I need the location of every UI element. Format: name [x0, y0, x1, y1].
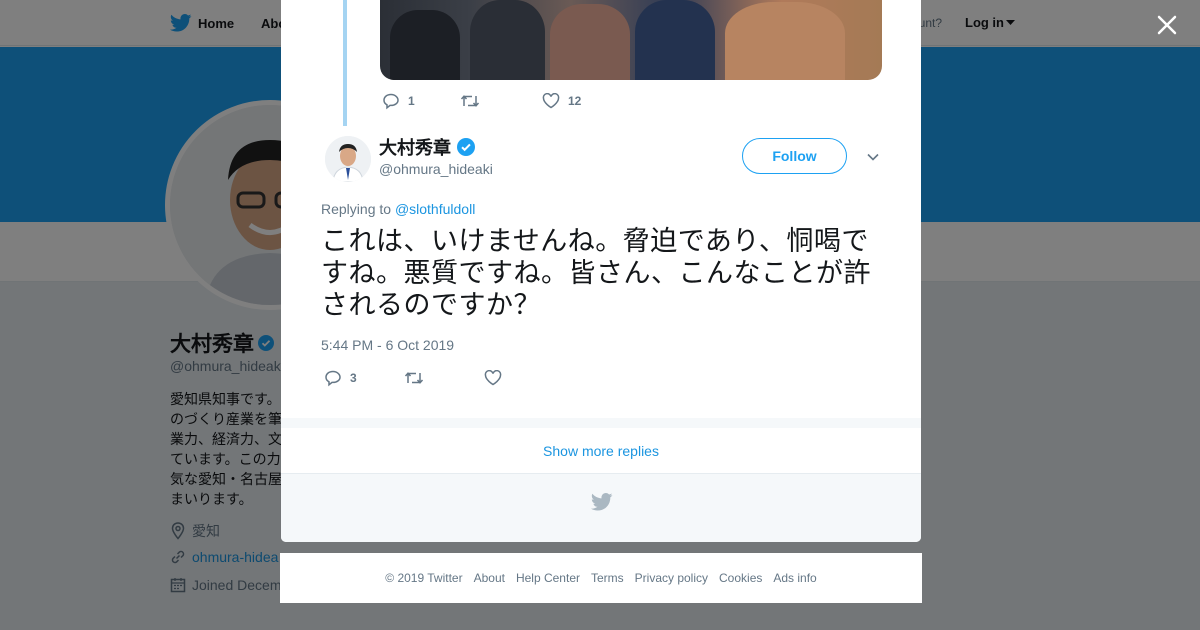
footer-link-privacy[interactable]: Privacy policy — [635, 571, 708, 585]
tweet-modal: 1 12 大村秀章 @ohmura_hideaki Follow Replyin… — [281, 0, 921, 542]
reply-icon — [383, 93, 399, 110]
retweet-action[interactable] — [460, 93, 542, 109]
like-action[interactable] — [484, 370, 510, 386]
tweet-author-avatar[interactable] — [325, 136, 371, 182]
like-action[interactable]: 12 — [542, 93, 581, 109]
reply-icon — [325, 370, 341, 387]
retweet-icon — [404, 372, 424, 384]
show-more-replies-button[interactable]: Show more replies — [281, 428, 921, 474]
modal-footer — [281, 474, 921, 542]
reply-count: 3 — [350, 371, 357, 385]
tweet-author-name[interactable]: 大村秀章 — [379, 134, 475, 160]
thread-connector — [343, 0, 347, 126]
replying-to: Replying to @slothfuldoll — [321, 201, 475, 217]
retweet-icon — [460, 95, 480, 107]
close-icon[interactable] — [1154, 12, 1180, 38]
reply-action[interactable]: 1 — [382, 92, 460, 110]
footer-link-help-center[interactable]: Help Center — [516, 571, 580, 585]
separator-band — [281, 418, 921, 428]
previous-tweet-photo[interactable] — [380, 0, 882, 80]
footer-link-cookies[interactable]: Cookies — [719, 571, 762, 585]
twitter-bird-icon — [591, 493, 613, 511]
like-count: 12 — [568, 94, 582, 108]
chevron-down-icon[interactable] — [865, 149, 881, 165]
author-photo — [325, 136, 371, 182]
retweet-action[interactable] — [404, 370, 484, 386]
reply-count: 1 — [408, 94, 415, 108]
reply-action[interactable]: 3 — [324, 369, 404, 387]
tweet-text: これは、いけませんね。脅迫であり、恫喝ですね。悪質ですね。皆さん、こんなことが許… — [321, 226, 871, 321]
footer-link-ads-info[interactable]: Ads info — [773, 571, 816, 585]
tweet-author-handle[interactable]: @ohmura_hideaki — [379, 161, 493, 177]
author-name-text: 大村秀章 — [379, 138, 451, 158]
replying-prefix: Replying to — [321, 201, 395, 217]
site-footer: © 2019 Twitter About Help Center Terms P… — [280, 553, 922, 603]
replying-to-link[interactable]: @slothfuldoll — [395, 201, 475, 217]
verified-badge-icon — [457, 138, 475, 156]
like-icon — [542, 93, 560, 109]
tweet-timestamp[interactable]: 5:44 PM - 6 Oct 2019 — [321, 337, 454, 353]
like-icon — [484, 370, 502, 386]
follow-button[interactable]: Follow — [742, 138, 847, 174]
footer-copyright: © 2019 Twitter — [385, 571, 463, 585]
footer-link-terms[interactable]: Terms — [591, 571, 624, 585]
previous-tweet-actions: 1 12 — [382, 92, 581, 110]
tweet-actions: 3 — [324, 369, 510, 387]
footer-link-about[interactable]: About — [474, 571, 505, 585]
